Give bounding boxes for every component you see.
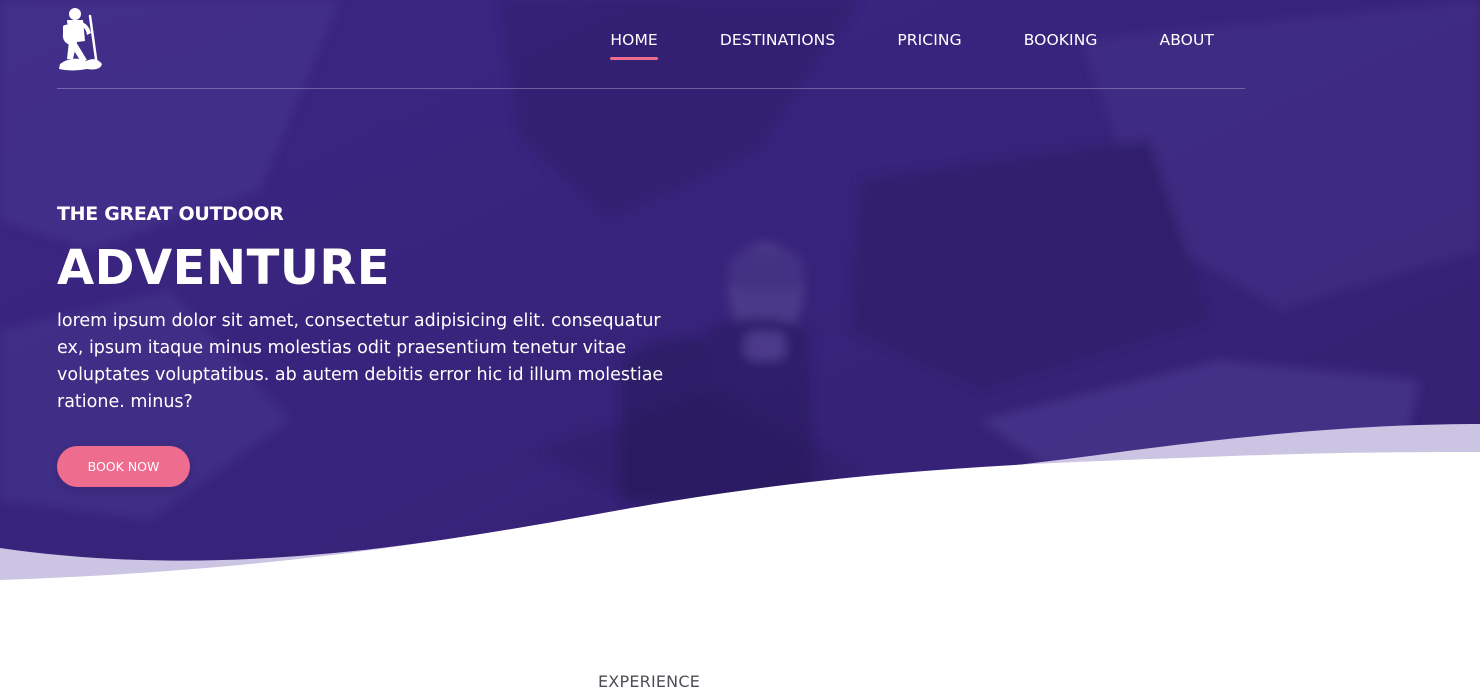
experience-section-label: EXPERIENCE [598,672,701,689]
hero-title: ADVENTURE [57,240,391,296]
nav-home[interactable]: HOME [610,30,659,60]
page: HOME DESTINATIONS PRICING BOOKING ABOUT … [0,0,1480,689]
nav-booking[interactable]: BOOKING [1024,30,1098,60]
nav-about[interactable]: ABOUT [1160,30,1214,60]
hero-content: THE GREAT OUTDOOR ADVENTURE lorem ipsum … [57,200,697,416]
book-now-button[interactable]: BOOK NOW [57,446,190,487]
logo[interactable] [57,6,103,72]
hero-subtitle: THE GREAT OUTDOOR [57,203,284,225]
nav-pricing[interactable]: PRICING [897,30,961,60]
main-nav: HOME DESTINATIONS PRICING BOOKING ABOUT [610,30,1214,60]
nav-destinations[interactable]: DESTINATIONS [720,30,835,60]
hero-section: HOME DESTINATIONS PRICING BOOKING ABOUT … [0,0,1480,689]
hero-description: lorem ipsum dolor sit amet, consectetur … [57,311,664,412]
top-navbar: HOME DESTINATIONS PRICING BOOKING ABOUT [57,0,1245,89]
hiker-icon [59,8,102,71]
